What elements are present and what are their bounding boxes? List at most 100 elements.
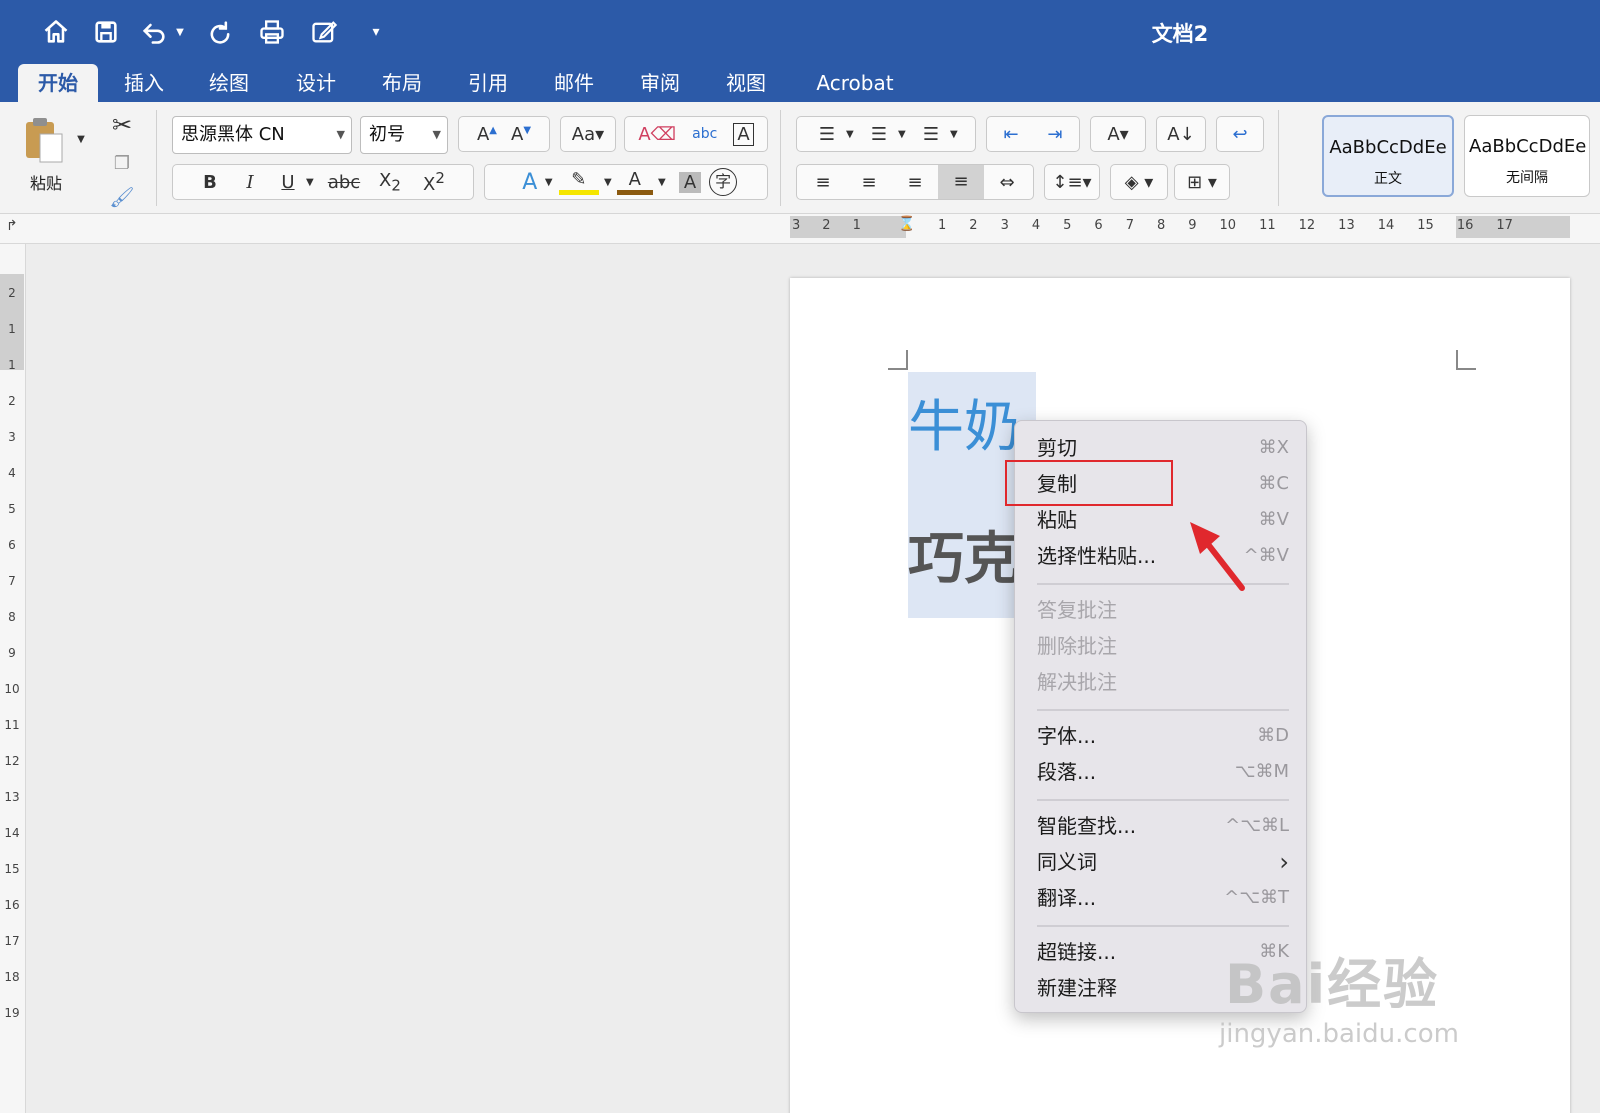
menu-label: 解决批注 [1037,670,1117,694]
style-no-spacing[interactable]: AaBbCcDdEe 无间隔 [1464,115,1590,197]
paste-dropdown-icon[interactable]: ▼ [72,124,90,154]
save-icon[interactable] [88,14,124,50]
cut-icon[interactable]: ✂ [104,108,140,142]
redo-icon[interactable] [202,14,238,50]
italic-button[interactable]: I [230,172,270,193]
ribbon-tabs: 开始 插入 绘图 设计 布局 引用 邮件 审阅 视图 Acrobat [0,64,1600,102]
align-left-icon[interactable]: ≡ [800,172,846,193]
tab-review[interactable]: 审阅 [626,64,694,102]
highlight-icon[interactable]: ✎ [558,169,599,195]
tab-home[interactable]: 开始 [18,64,98,102]
text-effects-icon[interactable]: A [515,170,545,195]
ruler-tick: 3 [1000,218,1009,233]
undo-dropdown-icon[interactable]: ▼ [172,14,188,50]
sort-icon[interactable]: A↓ [1156,116,1206,152]
format-painter-icon[interactable]: 🖌 [104,182,140,212]
menu-item-synonyms[interactable]: 同义词 › [1037,845,1289,879]
paste-button[interactable] [22,114,66,166]
tab-layout[interactable]: 布局 [368,64,436,102]
ruler-tick: 16 [4,898,20,912]
ruler-tick: 2 [8,286,16,300]
menu-shortcut: ⌘C [1258,473,1289,494]
font-size-value: 初号 [369,124,405,145]
tab-mailings[interactable]: 邮件 [540,64,608,102]
horizontal-ruler[interactable]: ↱ 321 ⌛ 1 2 3 4 5 6 7 8 9 10 11 12 13 14 15 16 17 [0,214,1600,244]
subscript-button[interactable]: X2 [368,170,412,195]
font-color-dropdown-icon[interactable]: ▼ [653,177,671,188]
chevron-down-icon: ▼ [336,128,345,141]
customize-toolbar-icon[interactable]: ▾ [362,14,390,50]
character-shading-icon[interactable]: A [678,171,702,193]
watermark-brand: Bai经验 [1225,953,1440,1016]
document-text-line-2[interactable]: 巧克 [908,532,1020,588]
multilevel-list-icon[interactable]: ☰ [912,124,950,145]
tab-insert[interactable]: 插入 [110,64,178,102]
tab-acrobat[interactable]: Acrobat [800,64,910,102]
asian-layout-icon[interactable]: A▾ [1090,116,1146,152]
change-case-icon[interactable]: Aa▾ [560,116,616,152]
ruler-tick: 10 [4,682,20,696]
show-formatting-icon[interactable]: ↩ [1216,116,1264,152]
style-sample: AaBbCcDdEe [1329,137,1447,158]
chevron-down-icon[interactable]: ▼ [898,129,912,140]
tab-design[interactable]: 设计 [282,64,350,102]
edit-document-icon[interactable] [306,14,342,50]
font-color-icon[interactable]: A [616,169,653,195]
ruler-tick: 3 [8,430,16,444]
highlight-dropdown-icon[interactable]: ▼ [599,177,617,188]
ruler-ticks-vertical: 2 1 1 2 3 4 5 6 7 8 9 10 11 12 13 14 15 16 17 18 19 [4,286,20,1020]
indent-marker-icon[interactable]: ⌛ [898,216,915,232]
chevron-down-icon[interactable]: ▼ [950,129,964,140]
align-right-icon[interactable]: ≡ [892,172,938,193]
increase-indent-icon[interactable]: ⇥ [1033,124,1077,145]
decrease-indent-icon[interactable]: ⇤ [989,124,1033,145]
undo-icon[interactable] [136,14,172,50]
shrink-font-icon[interactable]: A▼ [511,124,531,145]
menu-item-font[interactable]: 字体... ⌘D [1037,719,1289,753]
underline-dropdown-icon[interactable]: ▼ [306,177,320,188]
superscript-button[interactable]: X2 [412,169,456,195]
chevron-down-icon[interactable]: ▼ [846,129,860,140]
divider [780,110,781,206]
character-border-icon[interactable]: A [733,122,754,146]
menu-label: 删除批注 [1037,634,1117,658]
ruler-tick: 8 [1156,218,1166,233]
menu-item-smart-lookup[interactable]: 智能查找... ^⌥⌘L [1037,809,1289,843]
copy-icon[interactable]: ❐ [104,146,140,180]
borders-icon[interactable]: ⊞ ▾ [1174,164,1230,200]
print-icon[interactable] [254,14,290,50]
tab-view[interactable]: 视图 [712,64,780,102]
bullet-list-icon[interactable]: ☰ [808,124,846,145]
home-icon[interactable] [38,14,74,50]
justify-icon[interactable]: ≡ [938,165,984,199]
menu-item-translate[interactable]: 翻译... ^⌥⌘T [1037,881,1289,915]
strikethrough-button[interactable]: abc [320,172,368,193]
numbered-list-icon[interactable]: ☰ [860,124,898,145]
font-size-select[interactable]: 初号 ▼ [360,116,448,154]
font-name-select[interactable]: 思源黑体 CN ▼ [172,116,352,154]
shading-icon[interactable]: ◈ ▾ [1110,164,1168,200]
ruler-tick: 9 [8,646,16,660]
ruler-tick: 13 [1338,218,1355,233]
bold-button[interactable]: B [190,172,230,193]
vertical-ruler[interactable]: 2 1 1 2 3 4 5 6 7 8 9 10 11 12 13 14 15 16 17 18 19 [0,244,26,1113]
ruler-tick: 8 [8,610,16,624]
grow-font-icon[interactable]: A▲ [477,124,497,145]
clear-formatting-icon[interactable]: A⌫ [638,124,676,145]
line-spacing-icon[interactable]: ↕≡▾ [1044,164,1100,200]
enclose-character-icon[interactable]: 字 [709,168,738,196]
ruler-tick: 1 [8,358,16,372]
style-normal[interactable]: AaBbCcDdEe 正文 [1322,115,1454,197]
tab-draw[interactable]: 绘图 [195,64,263,102]
document-text-line-1[interactable]: 牛奶 [908,400,1020,456]
distributed-icon[interactable]: ⇔ [984,172,1030,193]
align-center-icon[interactable]: ≡ [846,172,892,193]
tab-references[interactable]: 引用 [454,64,522,102]
ruler-tick: 3 [792,218,823,233]
phonetic-guide-icon[interactable]: abc [692,126,717,142]
tab-selector-icon[interactable]: ↱ [6,218,18,234]
text-effects-dropdown-icon[interactable]: ▼ [545,177,559,188]
highlight-box [1005,460,1173,506]
underline-button[interactable]: U [270,172,306,193]
menu-item-paragraph[interactable]: 段落... ⌥⌘M [1037,755,1289,789]
